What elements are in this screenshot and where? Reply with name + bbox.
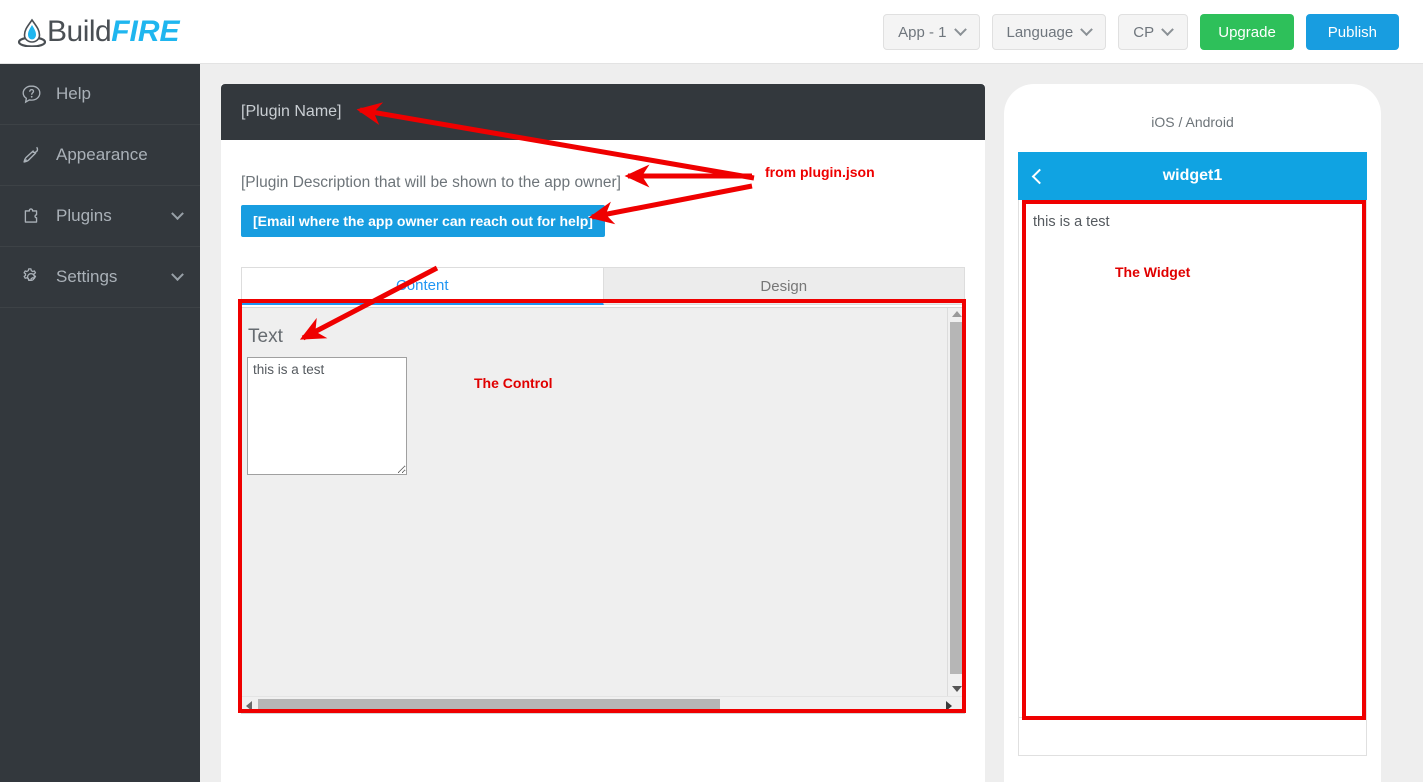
plugin-body: [Plugin Description that will be shown t… [221, 174, 985, 714]
tab-design[interactable]: Design [603, 267, 965, 305]
plugin-description: [Plugin Description that will be shown t… [241, 174, 621, 191]
scroll-left-arrow-icon[interactable] [246, 701, 252, 711]
chevron-down-icon [1080, 22, 1094, 36]
preview-title: widget1 [1162, 167, 1223, 184]
plugin-support-email-button[interactable]: [Email where the app owner can reach out… [241, 205, 605, 237]
buildfire-logo[interactable]: BuildFIRE [17, 14, 180, 50]
top-bar: BuildFIRE App - 1 Language CP Upgrade Pu… [0, 0, 1423, 64]
plugin-tabs: Content Design [241, 267, 965, 305]
chevron-down-icon [953, 22, 967, 36]
language-selector-label: Language [1006, 23, 1074, 41]
flame-icon [17, 17, 47, 48]
annotation-the-control: The Control [474, 375, 553, 391]
text-field-label: Text [248, 326, 283, 347]
sidebar-item-appearance[interactable]: Appearance [0, 125, 200, 186]
sidebar-item-label: Help [56, 84, 91, 103]
chevron-down-icon [1161, 22, 1174, 36]
help-bubble-icon [18, 82, 44, 106]
sidebar-item-settings[interactable]: Settings [0, 247, 200, 308]
paint-roller-icon [18, 143, 44, 167]
page-title: [Plugin Name] [241, 103, 342, 120]
app-root: BuildFIRE App - 1 Language CP Upgrade Pu… [0, 0, 1423, 782]
widget-text: this is a test [1033, 214, 1110, 230]
logo-text-fire: FIRE [111, 15, 180, 48]
sidebar-item-label: Settings [56, 267, 118, 286]
vertical-scrollbar[interactable] [947, 308, 964, 696]
horizontal-scrollbar-thumb[interactable] [258, 699, 720, 711]
preview-bottom-bar [1018, 718, 1367, 756]
phone-preview: iOS / Android widget1 this is a test The… [1004, 84, 1381, 782]
cp-selector-dropdown[interactable]: CP [1118, 14, 1189, 50]
plugin-content-panel: [Plugin Name] [Plugin Description that w… [221, 84, 985, 782]
sidebar-item-plugins[interactable]: Plugins [0, 186, 200, 247]
sidebar-item-label: Appearance [56, 145, 148, 164]
horizontal-scrollbar[interactable] [242, 696, 964, 713]
scroll-up-arrow-icon[interactable] [952, 311, 962, 317]
sidebar-item-label: Plugins [56, 206, 112, 225]
plugin-header: [Plugin Name] [221, 84, 985, 140]
preview-os-label: iOS / Android [1151, 114, 1234, 130]
cp-selector-label: CP [1133, 23, 1155, 41]
app-selector-dropdown[interactable]: App - 1 [883, 14, 980, 50]
phone-screen: widget1 this is a test The Widget [1018, 152, 1367, 782]
sidebar-item-help[interactable]: Help [0, 64, 200, 125]
chevron-down-icon [171, 267, 184, 281]
vertical-scrollbar-thumb[interactable] [950, 322, 962, 674]
chevron-down-icon [171, 206, 184, 220]
tab-content[interactable]: Content [241, 267, 604, 305]
preview-nav-bar: widget1 [1018, 152, 1367, 200]
logo-text-build: Build [47, 15, 112, 48]
annotation-the-widget: The Widget [1115, 264, 1191, 280]
scroll-down-arrow-icon[interactable] [952, 686, 962, 692]
gear-icon [18, 265, 44, 289]
publish-button[interactable]: Publish [1305, 14, 1399, 50]
chevron-left-icon[interactable] [1031, 168, 1048, 184]
top-bar-actions: App - 1 Language CP Upgrade Publish [883, 14, 1399, 50]
text-input-textarea[interactable] [247, 357, 407, 475]
control-iframe: Text The Control [241, 307, 965, 714]
language-selector-dropdown[interactable]: Language [991, 14, 1107, 50]
upgrade-button[interactable]: Upgrade [1200, 14, 1294, 50]
puzzle-piece-icon [18, 204, 44, 228]
app-selector-label: App - 1 [898, 23, 947, 41]
sidebar: Help Appearance Plugins Settings [0, 64, 200, 782]
scroll-right-arrow-icon[interactable] [946, 701, 952, 711]
widget-render-area: this is a test The Widget [1018, 200, 1367, 718]
